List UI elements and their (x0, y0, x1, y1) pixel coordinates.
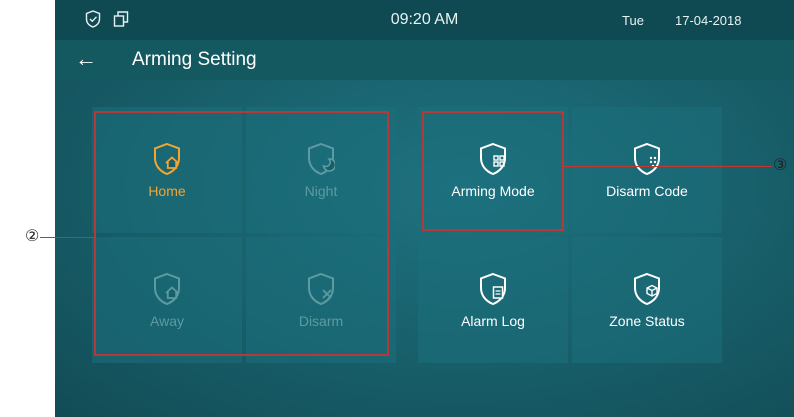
shield-home-icon (154, 142, 180, 175)
device-screen: 09:20 AM Tue 17-04-2018 ← Arming Setting… (55, 0, 794, 417)
shield-x-icon (308, 272, 334, 305)
settings-tile-disarm-code[interactable]: Disarm Code (572, 107, 722, 233)
mode-tile-disarm[interactable]: Disarm (246, 237, 396, 363)
settings-label: Zone Status (609, 312, 685, 329)
callout-left: ② (25, 228, 40, 245)
mode-label: Disarm (298, 312, 344, 329)
callout-left-line (40, 237, 96, 238)
mode-label: Home (148, 182, 186, 199)
back-arrow-icon[interactable]: ← (75, 46, 97, 72)
settings-tile-arming-mode[interactable]: Arming Mode (418, 107, 568, 233)
callout-right-line (564, 166, 772, 167)
mode-tile-home[interactable]: Home (92, 107, 242, 233)
shield-cube-icon (634, 272, 660, 305)
settings-label: Disarm Code (606, 182, 688, 199)
shield-away-icon (154, 272, 180, 305)
settings-label: Alarm Log (461, 312, 525, 329)
shield-grid-icon (480, 142, 506, 175)
shield-keypad-icon (634, 142, 660, 175)
callout-right: ③ (773, 157, 788, 174)
title-bar: ← Arming Setting (55, 40, 794, 80)
status-date: 17-04-2018 (675, 13, 742, 28)
mode-tile-night[interactable]: Night (246, 107, 396, 233)
settings-tile-alarm-log[interactable]: Alarm Log (418, 237, 568, 363)
settings-tile-zone-status[interactable]: Zone Status (572, 237, 722, 363)
status-bar: 09:20 AM Tue 17-04-2018 (55, 0, 794, 40)
shield-log-icon (480, 272, 506, 305)
status-day: Tue (622, 13, 644, 28)
shield-moon-icon (308, 142, 335, 175)
mode-label: Away (150, 312, 184, 329)
mode-label: Night (304, 182, 338, 199)
page-title: Arming Setting (132, 49, 257, 70)
settings-label: Arming Mode (451, 182, 535, 199)
mode-tile-away[interactable]: Away (92, 237, 242, 363)
